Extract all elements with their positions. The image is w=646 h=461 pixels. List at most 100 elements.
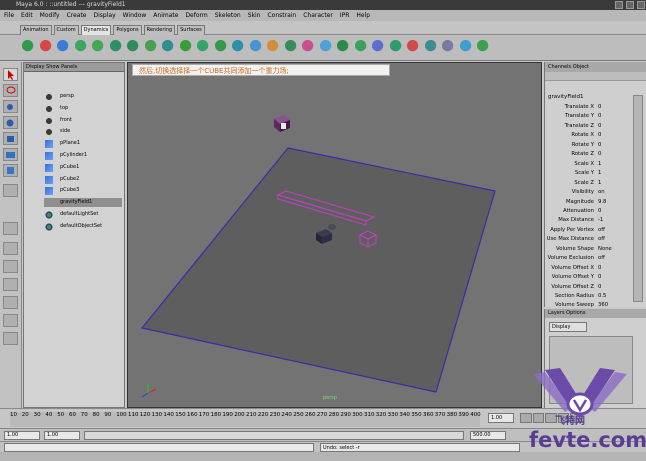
range-end-field[interactable]: 500.00	[470, 431, 506, 440]
channel-attr-label[interactable]: Scale Z	[540, 179, 594, 189]
outliner-item[interactable]: persp	[60, 92, 74, 101]
shelf-tab-surfaces[interactable]: Surfaces	[177, 25, 205, 35]
hypershade-layout-icon[interactable]	[3, 314, 18, 327]
channel-attr-label[interactable]: Volume Exclusion	[540, 254, 594, 264]
channel-attr-value[interactable]: 0	[598, 103, 601, 113]
outliner-item[interactable]: top	[60, 104, 68, 113]
menu-deform[interactable]: Deform	[185, 10, 207, 21]
channel-attr-value[interactable]: 1	[598, 169, 601, 179]
single-pane-layout-icon[interactable]	[3, 222, 18, 235]
shelf-dynamics-tool-icon[interactable]	[389, 40, 404, 54]
menu-display[interactable]: Display	[94, 10, 116, 21]
channel-attr-value[interactable]: 0	[598, 150, 601, 160]
channel-attr-label[interactable]: Rotate Z	[540, 150, 594, 160]
outliner-item[interactable]: pCylinder1	[60, 151, 87, 160]
channel-box-menu[interactable]: Channels Object	[545, 62, 646, 72]
maximize-button[interactable]	[626, 1, 634, 9]
channel-attr-value[interactable]: None	[598, 245, 612, 255]
shelf-dynamics-tool-icon[interactable]	[92, 40, 106, 54]
menu-constrain[interactable]: Constrain	[267, 10, 296, 21]
outliner-item[interactable]: pPlane1	[60, 139, 80, 148]
channel-attr-value[interactable]: 1	[598, 160, 601, 170]
channel-attr-label[interactable]: Use Max Distance	[540, 235, 594, 245]
shelf-tab-rendering[interactable]: Rendering	[143, 25, 176, 35]
channel-attr-label[interactable]: Translate Z	[540, 122, 594, 132]
channel-attr-label[interactable]: Translate Y	[540, 112, 594, 122]
perspective-viewport[interactable]	[127, 62, 542, 408]
range-inner-start-field[interactable]: 1.00	[44, 431, 80, 440]
channel-attr-label[interactable]: Scale X	[540, 160, 594, 170]
soft-mod-tool-icon[interactable]	[3, 164, 18, 177]
menu-window[interactable]: Window	[123, 10, 147, 21]
channel-attr-label[interactable]: Volume Offset Z	[540, 283, 594, 293]
render-layout-icon[interactable]	[3, 332, 18, 345]
channel-attr-value[interactable]: 0	[598, 264, 601, 274]
four-pane-layout-icon[interactable]	[3, 242, 18, 255]
outliner-layout-icon[interactable]	[3, 278, 18, 291]
select-tool-icon[interactable]	[3, 68, 18, 81]
channel-attr-label[interactable]: Max Distance	[540, 216, 594, 226]
move-tool-icon[interactable]	[3, 100, 18, 113]
channel-box-node-name[interactable]: gravityField1	[548, 94, 584, 100]
mel-input[interactable]	[4, 443, 314, 452]
channel-attr-label[interactable]: Rotate X	[540, 131, 594, 141]
channel-attr-value[interactable]: off	[598, 235, 605, 245]
shelf-dynamics-tool-icon[interactable]	[127, 40, 141, 54]
lasso-tool-icon[interactable]	[3, 84, 18, 97]
menu-animate[interactable]: Animate	[153, 10, 178, 21]
shelf-dynamics-tool-icon[interactable]	[22, 40, 36, 54]
outliner-item[interactable]: gravityField1	[44, 198, 122, 208]
shelf-tab-animation[interactable]: Animation	[20, 25, 52, 35]
channel-attr-value[interactable]: 0	[598, 207, 601, 217]
shelf-dynamics-tool-icon[interactable]	[109, 40, 124, 54]
channel-attr-value[interactable]: off	[598, 254, 605, 264]
channel-attr-value[interactable]: 0.5	[598, 292, 606, 302]
channel-attr-label[interactable]: Attenuation	[540, 207, 594, 217]
channel-attr-value[interactable]: -1	[598, 216, 603, 226]
shelf-dynamics-tool-icon[interactable]	[162, 40, 176, 54]
channel-attr-label[interactable]: Rotate Y	[540, 141, 594, 151]
layer-editor-menu[interactable]: Layers Options	[545, 309, 646, 318]
channel-attr-value[interactable]: 0	[598, 122, 601, 132]
shelf-dynamics-tool-icon[interactable]	[249, 40, 264, 54]
shelf-dynamics-tool-icon[interactable]	[337, 40, 351, 54]
channel-attr-label[interactable]: Translate X	[540, 103, 594, 113]
menu-character[interactable]: Character	[303, 10, 333, 21]
current-frame-field[interactable]: 1.00	[488, 413, 514, 423]
outliner-item[interactable]: front	[60, 116, 72, 125]
channel-attr-value[interactable]: 0	[598, 112, 601, 122]
manipulator-tool-icon[interactable]	[3, 148, 18, 161]
shelf-dynamics-tool-icon[interactable]	[284, 40, 299, 54]
range-bar[interactable]	[84, 431, 464, 440]
range-start-field[interactable]: 1.00	[4, 431, 40, 440]
channel-attr-label[interactable]: Section Radius	[540, 292, 594, 302]
outliner-item[interactable]: side	[60, 127, 70, 136]
channel-attr-value[interactable]: 0	[598, 131, 601, 141]
channel-attr-value[interactable]: on	[598, 188, 605, 198]
shelf-tab-dynamics[interactable]: Dynamics	[80, 25, 112, 35]
shelf-dynamics-tool-icon[interactable]	[39, 40, 54, 54]
channel-box-scrollbar[interactable]	[633, 95, 643, 302]
shelf-dynamics-tool-icon[interactable]	[424, 40, 439, 54]
shelf-dynamics-tool-icon[interactable]	[319, 40, 334, 54]
shelf-tab-custom[interactable]: Custom	[53, 25, 79, 35]
minimize-button[interactable]	[615, 1, 623, 9]
menu-edit[interactable]: Edit	[21, 10, 33, 21]
shelf-dynamics-tool-icon[interactable]	[74, 40, 89, 54]
shelf-dynamics-tool-icon[interactable]	[442, 40, 456, 54]
ground-plane[interactable]	[140, 147, 496, 393]
channel-attr-value[interactable]: 9.8	[598, 198, 606, 208]
shelf-dynamics-tool-icon[interactable]	[302, 40, 316, 54]
close-button[interactable]	[637, 1, 645, 9]
outliner-item[interactable]: defaultObjectSet	[60, 222, 102, 231]
shelf-dynamics-tool-icon[interactable]	[372, 40, 386, 54]
shelf-dynamics-tool-icon[interactable]	[232, 40, 246, 54]
shelf-dynamics-tool-icon[interactable]	[267, 40, 281, 54]
channel-attr-value[interactable]: 0	[598, 283, 601, 293]
outliner-item[interactable]: pCube1	[60, 163, 79, 172]
shelf-tab-polygons[interactable]: Polygons	[113, 25, 142, 35]
rotate-tool-icon[interactable]	[3, 116, 18, 129]
shelf-dynamics-tool-icon[interactable]	[197, 40, 211, 54]
shelf-dynamics-tool-icon[interactable]	[459, 40, 474, 54]
channel-attr-label[interactable]: Apply Per Vertex	[540, 226, 594, 236]
